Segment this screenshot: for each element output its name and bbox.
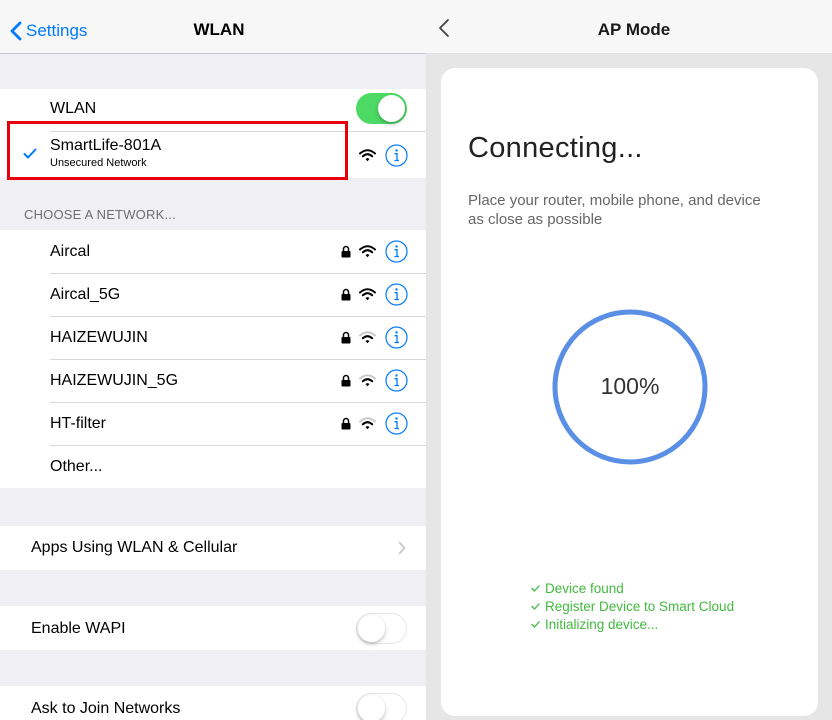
toggle-knob <box>358 695 385 720</box>
network-icons <box>341 412 408 435</box>
apps-using-wlan-label: Apps Using WLAN & Cellular <box>31 539 238 556</box>
other-network-row[interactable]: Other... <box>0 446 426 488</box>
network-icons <box>341 283 408 306</box>
network-name: HT-filter <box>50 415 106 432</box>
wlan-settings-screen: Settings WLAN WLAN SmartLife-801A Unsecu… <box>0 0 426 720</box>
wifi-icon <box>359 245 376 258</box>
lock-icon <box>341 245 351 258</box>
status-step: Register Device to Smart Cloud <box>531 597 734 615</box>
settings-nav-bar: Settings WLAN <box>0 0 426 54</box>
wifi-icon <box>359 374 376 387</box>
network-row[interactable]: HAIZEWUJIN_5G <box>0 360 426 402</box>
wlan-label: WLAN <box>50 100 97 117</box>
ap-mode-nav-bar: AP Mode <box>426 0 832 54</box>
info-icon[interactable] <box>385 412 408 435</box>
ask-to-join-label: Ask to Join Networks <box>31 700 181 717</box>
connection-card: Connecting... Place your router, mobile … <box>441 68 818 716</box>
ap-mode-screen: AP Mode Connecting... Place your router,… <box>426 0 832 720</box>
wifi-icon <box>359 417 376 430</box>
info-icon[interactable] <box>385 240 408 263</box>
status-step-label: Device found <box>545 580 624 596</box>
check-icon <box>531 602 540 610</box>
status-step-label: Register Device to Smart Cloud <box>545 598 735 614</box>
apps-using-wlan-row[interactable]: Apps Using WLAN & Cellular <box>0 526 426 570</box>
network-row[interactable]: Aircal_5G <box>0 274 426 316</box>
other-network-label: Other... <box>50 458 103 475</box>
network-name: HAIZEWUJIN <box>50 329 148 346</box>
enable-wapi-toggle[interactable] <box>356 613 407 644</box>
toggle-knob <box>378 95 405 122</box>
lock-icon <box>341 417 351 430</box>
progress-percentage: 100% <box>600 373 660 399</box>
status-step: Device found <box>531 579 734 597</box>
lock-icon <box>341 331 351 344</box>
lock-icon <box>341 288 351 301</box>
wifi-icon <box>359 288 376 301</box>
wifi-icon <box>359 149 376 162</box>
placement-instruction: Place your router, mobile phone, and dev… <box>468 192 761 228</box>
status-steps: Device found Register Device to Smart Cl… <box>531 579 734 633</box>
ask-to-join-toggle[interactable] <box>356 693 407 720</box>
connecting-heading: Connecting... <box>468 132 643 164</box>
network-name: Aircal <box>50 243 91 260</box>
wlan-toggle[interactable] <box>356 93 407 124</box>
enable-wapi-row: Enable WAPI <box>0 606 426 650</box>
info-icon[interactable] <box>385 369 408 392</box>
network-icons <box>341 369 408 392</box>
info-icon[interactable] <box>385 326 408 349</box>
enable-wapi-label: Enable WAPI <box>31 620 126 637</box>
network-name: Aircal_5G <box>50 286 121 303</box>
network-list: Aircal Aircal_5G HAIZEWUJIN HAIZEWUJIN_5… <box>0 230 426 488</box>
network-icons <box>341 326 408 349</box>
check-icon <box>531 584 540 592</box>
check-icon <box>531 620 540 628</box>
highlight-box <box>7 121 348 180</box>
page-title: WLAN <box>193 20 245 39</box>
choose-network-header: CHOOSE A NETWORK... <box>24 207 176 222</box>
info-icon[interactable] <box>385 144 408 167</box>
network-row[interactable]: HAIZEWUJIN <box>0 317 426 359</box>
ask-to-join-row: Ask to Join Networks <box>0 686 426 720</box>
toggle-knob <box>358 615 385 642</box>
network-icons <box>341 240 408 263</box>
wifi-icon <box>359 331 376 344</box>
ap-mode-title: AP Mode <box>597 20 671 39</box>
info-icon[interactable] <box>385 283 408 306</box>
network-name: HAIZEWUJIN_5G <box>50 372 179 389</box>
network-row[interactable]: HT-filter <box>0 403 426 445</box>
status-step-label: Initializing device... <box>545 616 659 632</box>
network-icons <box>359 144 408 167</box>
lock-icon <box>341 374 351 387</box>
network-row[interactable]: Aircal <box>0 230 426 273</box>
status-step: Initializing device... <box>531 615 734 633</box>
chevron-right-icon <box>398 541 406 555</box>
